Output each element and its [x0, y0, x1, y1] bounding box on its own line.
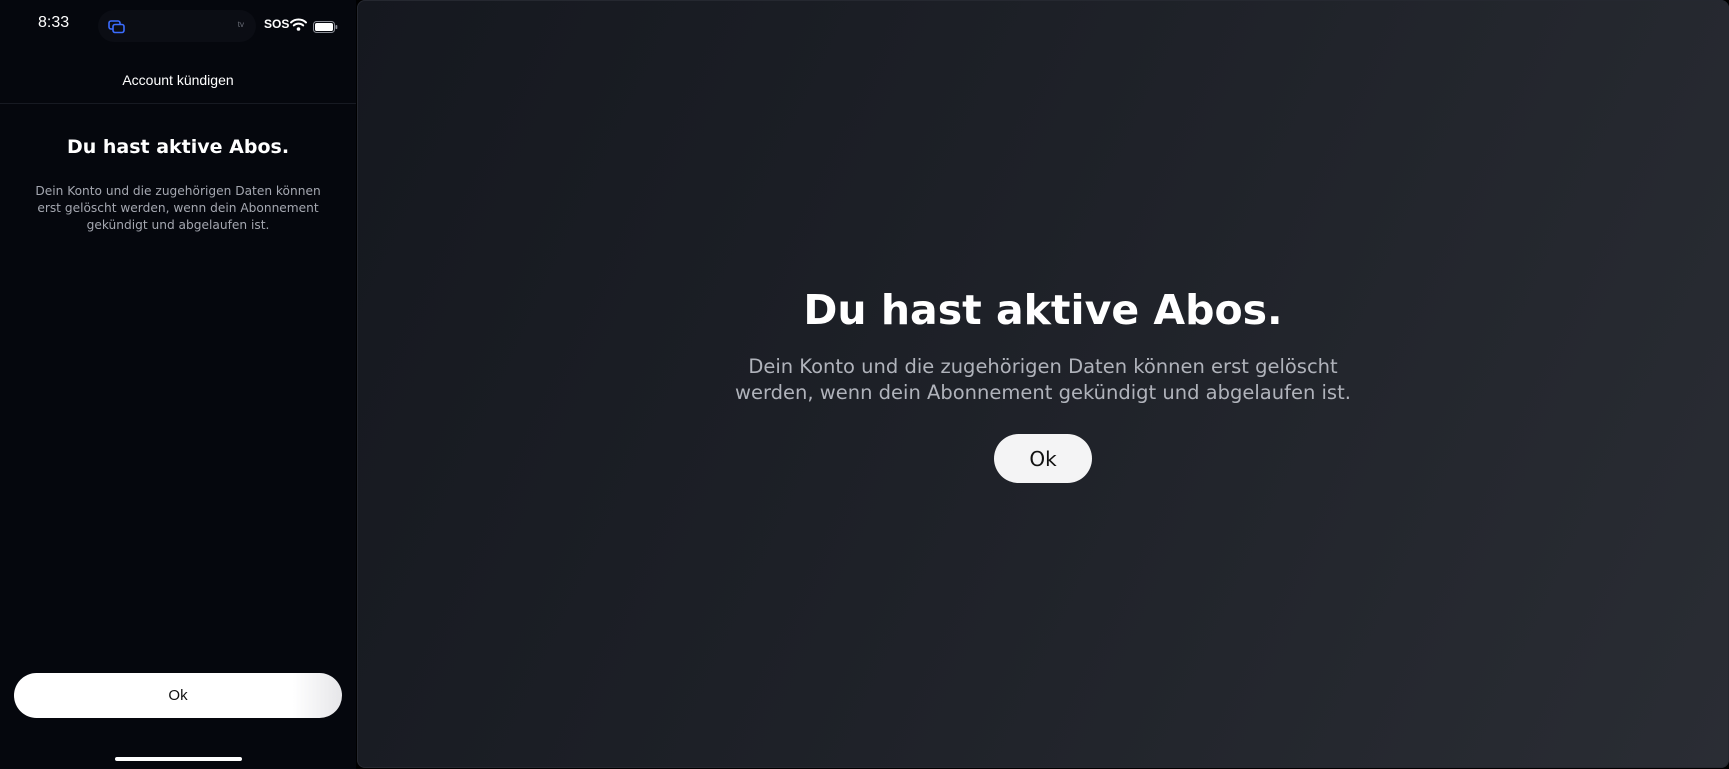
phone-ok-button[interactable]: Ok — [14, 673, 342, 718]
dialog-body-text: Dein Konto und die zugehörigen Daten kön… — [735, 355, 1351, 404]
phone-screen: 8:33 tv SOS Account kündigen Du hast akt… — [0, 0, 356, 769]
dialog-ok-button[interactable]: Ok — [994, 434, 1092, 483]
home-indicator[interactable] — [115, 757, 242, 761]
status-sos: SOS — [264, 17, 290, 31]
status-bar: 8:33 tv SOS — [0, 0, 356, 50]
dynamic-island[interactable]: tv — [98, 10, 256, 42]
wifi-icon — [290, 16, 307, 31]
dialog-title: Du hast aktive Abos. — [803, 286, 1283, 334]
status-time: 8:33 — [38, 14, 70, 31]
phone-heading: Du hast aktive Abos. — [66, 136, 290, 158]
battery-icon — [313, 18, 338, 33]
tv-screen: Du hast aktive Abos. Dein Konto und die … — [357, 0, 1729, 768]
copy-app-icon — [108, 19, 126, 34]
subscription-dialog: Du hast aktive Abos. Dein Konto und die … — [357, 280, 1729, 483]
screen: 8:33 tv SOS Account kündigen Du hast akt… — [0, 0, 1729, 769]
nav-divider — [0, 103, 356, 104]
nav-title: Account kündigen — [122, 72, 234, 88]
island-tv-label: tv — [237, 20, 244, 29]
phone-body-text: Dein Konto und die zugehörigen Daten kön… — [35, 184, 321, 232]
